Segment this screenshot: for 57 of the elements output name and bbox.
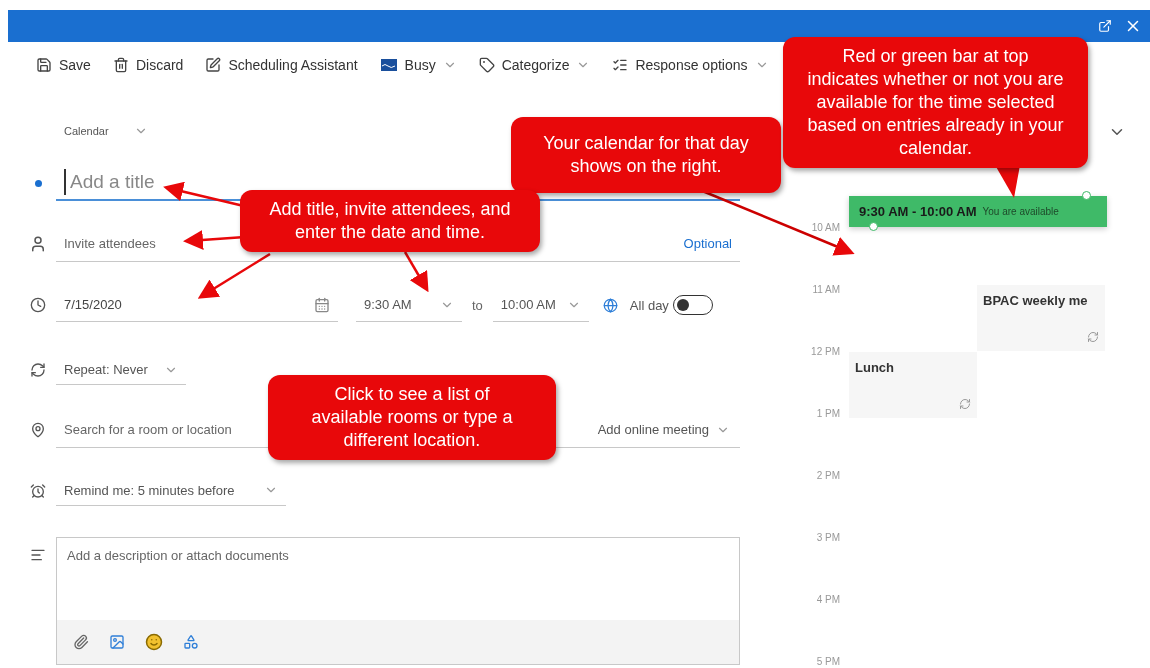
annotation-tooltip: Click to see a list of available rooms or type a different location.	[268, 375, 556, 460]
busy-icon	[379, 58, 398, 72]
all-day-label: All day	[629, 297, 669, 313]
resize-handle[interactable]	[1082, 191, 1091, 200]
annotation-tooltip: Your calendar for that day shows on the right.	[511, 117, 781, 193]
hour-label: 5 PM	[815, 656, 840, 667]
toolbar-button[interactable]: Busy	[379, 57, 457, 73]
color-dot-icon	[34, 179, 42, 187]
toolbar-button[interactable]: Categorize	[478, 57, 591, 73]
globe-icon[interactable]	[602, 297, 618, 313]
calendar-icon	[314, 296, 330, 313]
clock-icon	[30, 297, 46, 313]
person-icon	[29, 234, 47, 253]
save-icon	[36, 57, 52, 73]
repeat-dropdown[interactable]: Repeat: Never	[56, 355, 186, 385]
calendar-event[interactable]: Lunch	[849, 352, 977, 418]
optional-link[interactable]: Optional	[683, 235, 732, 251]
toolbar-button[interactable]: Discard	[112, 57, 184, 73]
toolbar-button[interactable]: Save	[36, 57, 91, 73]
arrow	[403, 251, 429, 293]
start-time-dropdown[interactable]: 9:30 AM	[356, 288, 462, 322]
end-time-dropdown[interactable]: 10:00 AM	[492, 288, 589, 322]
availability-bar[interactable]: 9:30 AM - 10:00 AM You are available	[849, 196, 1107, 227]
all-day-toggle[interactable]	[672, 295, 713, 315]
description-icon	[30, 547, 46, 563]
image-icon[interactable]	[109, 634, 125, 650]
hour-label: 11 AM	[811, 284, 840, 295]
toolbar-button[interactable]: Scheduling Assistant	[205, 57, 358, 73]
paperclip-icon[interactable]	[73, 634, 89, 650]
recurring-icon	[959, 398, 971, 410]
annotation-tooltip: Add title, invite attendees, and enter the date and time.	[240, 190, 540, 252]
to-label: to	[472, 297, 483, 313]
online-meeting-button[interactable]: Add online meeting	[597, 422, 730, 437]
date-field[interactable]: 7/15/2020	[56, 288, 338, 322]
hour-label: 1 PM	[815, 408, 840, 419]
alarm-clock-icon	[30, 482, 46, 499]
hour-label: 2 PM	[815, 470, 840, 481]
popout-icon[interactable]	[1098, 19, 1112, 33]
shapes-icon[interactable]	[183, 634, 199, 650]
trash-icon	[112, 57, 129, 73]
hour-label: 12 PM	[810, 346, 840, 357]
hour-label: 10 AM	[810, 222, 840, 233]
toolbar-button[interactable]: Response options	[612, 57, 769, 73]
resize-handle[interactable]	[869, 222, 878, 231]
hour-label: 4 PM	[815, 594, 840, 605]
pen-icon	[205, 57, 222, 73]
location-pin-icon	[30, 422, 46, 438]
emoji-icon[interactable]	[145, 633, 163, 651]
annotation-tooltip: Red or green bar at top indicates whether or not you are available for the time selected based on entries already in your calendar.	[783, 37, 1088, 168]
hour-label: 3 PM	[815, 532, 840, 543]
tag-icon	[478, 57, 495, 73]
repeat-icon	[30, 362, 46, 378]
reminder-dropdown[interactable]: Remind me: 5 minutes before	[56, 475, 286, 506]
calendar-dropdown[interactable]: Calendar	[56, 120, 156, 142]
calendar-event[interactable]: BPAC weekly me	[977, 285, 1105, 351]
recurring-icon	[1087, 331, 1099, 343]
list-icon	[612, 57, 629, 73]
